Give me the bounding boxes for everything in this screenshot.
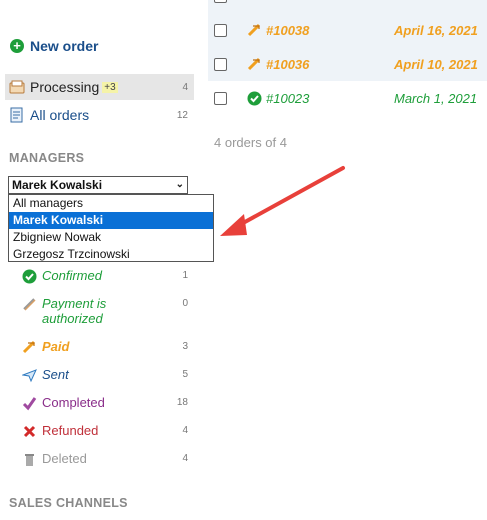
manager-option[interactable]: Zbigniew Nowak bbox=[9, 229, 213, 246]
paid-icon bbox=[22, 340, 37, 355]
status-count: 5 bbox=[182, 369, 188, 380]
order-id[interactable]: #10036 bbox=[266, 57, 376, 72]
new-order-label: New order bbox=[30, 38, 99, 54]
paid-icon bbox=[247, 57, 262, 72]
manager-select-value: Marek Kowalski bbox=[12, 178, 103, 192]
manager-option[interactable]: Grzegosz Trzcinowski bbox=[9, 246, 213, 263]
nav-item-all-orders[interactable]: All orders 12 bbox=[5, 102, 194, 128]
status-label: Sent bbox=[42, 367, 69, 382]
manager-select[interactable]: Marek Kowalski ⌄ bbox=[8, 176, 188, 194]
sidebar: + New order Processing +3 4 All orders 1… bbox=[0, 0, 214, 520]
new-order-button[interactable]: + New order bbox=[10, 38, 98, 54]
status-count: 18 bbox=[176, 397, 188, 408]
nav-item-processing[interactable]: Processing +3 4 bbox=[5, 74, 194, 100]
orders-count: 4 orders of 4 bbox=[214, 135, 287, 150]
order-date: March 1, 2021 bbox=[394, 90, 478, 106]
nav-item-label: All orders bbox=[30, 107, 90, 123]
table-row[interactable] bbox=[208, 0, 487, 13]
status-refunded[interactable]: Refunded 4 bbox=[22, 423, 192, 439]
checkmark-icon bbox=[22, 396, 37, 411]
status-label: Confirmed bbox=[42, 268, 102, 283]
status-confirmed[interactable]: Confirmed 1 bbox=[22, 268, 192, 284]
status-label: Paid bbox=[42, 339, 70, 354]
processing-icon bbox=[9, 79, 25, 95]
paid-icon bbox=[247, 23, 262, 38]
row-checkbox[interactable] bbox=[214, 91, 227, 105]
check-circle-icon bbox=[247, 91, 262, 106]
paper-plane-icon bbox=[21, 368, 37, 383]
order-date: April 16, 2021 bbox=[394, 22, 478, 38]
order-id[interactable]: #10023 bbox=[266, 91, 376, 106]
row-checkbox[interactable] bbox=[214, 0, 227, 3]
new-badge: +3 bbox=[102, 81, 118, 93]
nav-item-count: 12 bbox=[176, 109, 188, 121]
status-deleted[interactable]: Deleted 4 bbox=[22, 451, 192, 467]
manager-option-selected[interactable]: Marek Kowalski bbox=[9, 212, 213, 229]
status-label: Refunded bbox=[42, 423, 99, 438]
table-row[interactable]: #10023 March 1, 2021 bbox=[208, 81, 487, 115]
x-icon bbox=[22, 424, 37, 439]
status-label: Deleted bbox=[42, 451, 87, 466]
status-count: 4 bbox=[182, 425, 188, 436]
status-paid[interactable]: Paid 3 bbox=[22, 339, 192, 355]
status-sent[interactable]: Sent 5 bbox=[21, 367, 192, 383]
row-checkbox[interactable] bbox=[214, 23, 227, 37]
row-checkbox[interactable] bbox=[214, 57, 227, 71]
sales-channels-heading: SALES CHANNELS bbox=[9, 496, 128, 510]
status-count: 1 bbox=[182, 270, 188, 281]
orders-list-icon bbox=[9, 107, 25, 123]
manager-option[interactable]: All managers bbox=[9, 195, 213, 212]
table-row[interactable]: #10036 April 10, 2021 bbox=[208, 47, 487, 81]
nav-item-label: Processing bbox=[30, 79, 100, 95]
status-label: Payment is authorized bbox=[42, 296, 107, 326]
status-count: 3 bbox=[182, 341, 188, 352]
status-label: Completed bbox=[42, 395, 105, 410]
card-icon bbox=[22, 297, 37, 312]
managers-heading: MANAGERS bbox=[9, 151, 85, 165]
status-count: 4 bbox=[182, 453, 188, 464]
nav-item-count: 4 bbox=[182, 81, 188, 93]
status-payment-authorized[interactable]: Payment is authorized 0 bbox=[22, 296, 192, 326]
check-circle-icon bbox=[22, 269, 37, 284]
order-id[interactable]: #10038 bbox=[266, 23, 376, 38]
status-completed[interactable]: Completed 18 bbox=[22, 395, 192, 411]
table-row[interactable]: #10038 April 16, 2021 bbox=[208, 13, 487, 47]
status-count: 0 bbox=[182, 298, 188, 309]
orders-panel: #10038 April 16, 2021 #10036 April 10, 2… bbox=[200, 0, 487, 520]
trash-icon bbox=[22, 452, 37, 467]
plus-icon: + bbox=[10, 39, 24, 53]
order-date: April 10, 2021 bbox=[394, 56, 478, 72]
manager-dropdown: All managers Marek Kowalski Zbigniew Now… bbox=[8, 194, 214, 262]
chevron-down-icon: ⌄ bbox=[175, 179, 184, 190]
